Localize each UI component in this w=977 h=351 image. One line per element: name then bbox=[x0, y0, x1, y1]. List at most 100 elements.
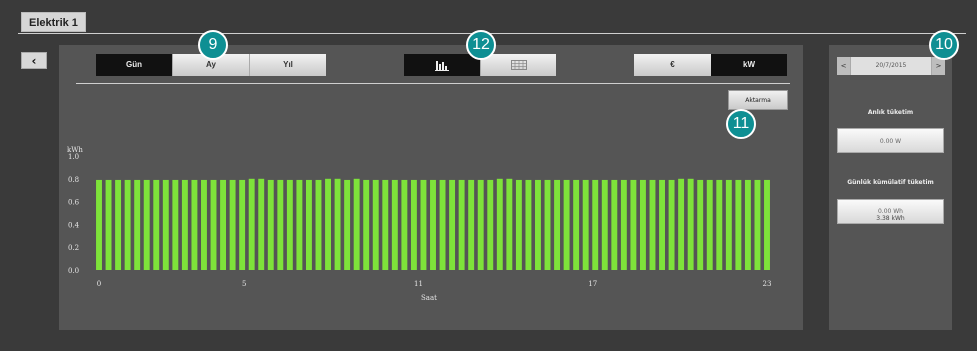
chart-bar bbox=[191, 179, 198, 270]
chart-bar bbox=[296, 179, 303, 270]
chart-bar bbox=[363, 179, 370, 270]
y-tick-label: 0.0 bbox=[68, 267, 79, 275]
chart-bar bbox=[573, 179, 580, 270]
chart-bar bbox=[124, 179, 131, 270]
chart-bar bbox=[716, 179, 723, 270]
chart-bar bbox=[229, 179, 236, 270]
chart-bar bbox=[496, 178, 503, 270]
chart-bar bbox=[735, 179, 742, 270]
consumption-side-panel bbox=[829, 45, 952, 330]
cumulative-consumption-value: 0.00 Wh bbox=[877, 208, 903, 215]
chart-bar bbox=[525, 179, 532, 270]
chart-bar bbox=[96, 179, 102, 270]
chart-bar bbox=[181, 179, 188, 270]
chart-bar bbox=[659, 179, 665, 270]
chart-bar bbox=[515, 179, 522, 270]
selected-date[interactable]: 20/7/2015 bbox=[850, 57, 932, 75]
x-tick-label: 17 bbox=[588, 280, 597, 288]
instant-consumption-value: 0.00 W bbox=[837, 128, 944, 153]
chart-bar bbox=[506, 178, 513, 270]
chart-bar bbox=[315, 179, 322, 270]
chart-bar bbox=[410, 179, 417, 270]
callout-badge-9: 9 bbox=[198, 30, 228, 60]
unit-euro-button[interactable]: € bbox=[634, 54, 711, 76]
chart-bar bbox=[391, 179, 398, 270]
callout-badge-12: 12 bbox=[466, 30, 496, 60]
chart-bar bbox=[678, 178, 685, 270]
chart-bar bbox=[258, 178, 265, 270]
cumulative-consumption-box: 0.00 Wh 3.38 kWh bbox=[837, 199, 944, 224]
hourly-consumption-chart: kWh 0.00.20.40.60.81.0 0 5 11 17 23 Saat bbox=[67, 146, 772, 302]
chart-bar bbox=[277, 179, 284, 270]
chart-bar bbox=[639, 179, 646, 270]
callout-badge-11: 11 bbox=[726, 109, 756, 139]
chart-bar bbox=[134, 179, 141, 270]
chart-bar bbox=[458, 179, 465, 270]
chart-bar bbox=[334, 178, 341, 270]
chart-bar bbox=[630, 179, 637, 270]
chart-bar bbox=[764, 179, 770, 270]
export-button[interactable]: Aktarma bbox=[728, 90, 788, 110]
window-title-tab: Elektrik 1 bbox=[21, 12, 86, 32]
date-navigator: < 20/7/2015 > bbox=[837, 57, 945, 75]
chart-bar bbox=[468, 179, 475, 270]
unit-selector: € kW bbox=[634, 54, 787, 76]
chart-bar bbox=[563, 179, 570, 270]
y-tick-label: 0.4 bbox=[68, 221, 80, 229]
back-button[interactable]: ‹ bbox=[21, 52, 47, 69]
chart-bar bbox=[305, 179, 312, 270]
chart-bar bbox=[420, 179, 427, 270]
bar-view-button[interactable] bbox=[404, 54, 480, 76]
chart-bar bbox=[592, 179, 599, 270]
chart-bar bbox=[430, 179, 436, 270]
chart-bar bbox=[325, 178, 331, 270]
chart-bar bbox=[372, 179, 379, 270]
tab-year[interactable]: Yıl bbox=[249, 54, 326, 76]
chart-header-divider bbox=[76, 83, 790, 84]
y-tick-label: 1.0 bbox=[68, 153, 79, 161]
chart-bar bbox=[267, 179, 274, 270]
x-tick-label: 23 bbox=[763, 280, 772, 288]
chevron-left-icon: ‹ bbox=[31, 54, 37, 68]
chart-bar bbox=[401, 179, 408, 270]
chart-bar bbox=[611, 179, 618, 270]
chart-bar bbox=[706, 179, 713, 270]
table-grid-icon bbox=[510, 59, 527, 70]
previous-date-button[interactable]: < bbox=[837, 57, 850, 75]
y-tick-label: 0.6 bbox=[68, 199, 80, 207]
chart-bar bbox=[668, 179, 675, 270]
x-tick-label: 5 bbox=[242, 280, 246, 288]
instant-consumption-label: Anlık tüketim bbox=[867, 109, 914, 116]
chart-bar bbox=[544, 179, 551, 270]
chart-bar bbox=[601, 179, 608, 270]
y-tick-label: 0.8 bbox=[68, 176, 79, 184]
chart-bar bbox=[172, 179, 179, 270]
chart-bar bbox=[725, 179, 732, 270]
chart-bar bbox=[687, 178, 694, 270]
chart-bar bbox=[143, 179, 150, 270]
chart-bar bbox=[239, 179, 246, 270]
unit-kw-button[interactable]: kW bbox=[711, 54, 787, 76]
chart-bar bbox=[382, 179, 389, 270]
chart-bar bbox=[210, 179, 217, 270]
chart-bar bbox=[248, 178, 255, 270]
x-tick-label: 0 bbox=[97, 280, 101, 288]
chart-bar bbox=[105, 179, 112, 270]
chart-bar bbox=[477, 179, 484, 270]
chart-bar bbox=[487, 179, 494, 270]
table-view-button[interactable] bbox=[480, 54, 556, 76]
x-tick-label: 11 bbox=[414, 280, 423, 288]
chart-bar bbox=[201, 179, 207, 270]
callout-badge-10: 10 bbox=[929, 30, 959, 60]
chart-bar bbox=[449, 179, 456, 270]
x-axis-label: Saat bbox=[421, 294, 437, 302]
chart-bar bbox=[649, 179, 656, 270]
chart-bar bbox=[582, 179, 589, 270]
chart-bar bbox=[220, 179, 227, 270]
chart-bar bbox=[697, 179, 704, 270]
chart-bar bbox=[353, 178, 360, 270]
cumulative-consumption-label: Günlük kümülatif tüketim bbox=[847, 179, 934, 186]
tab-day[interactable]: Gün bbox=[96, 54, 172, 76]
chart-bar bbox=[162, 179, 169, 270]
bar-chart-icon bbox=[435, 60, 449, 71]
